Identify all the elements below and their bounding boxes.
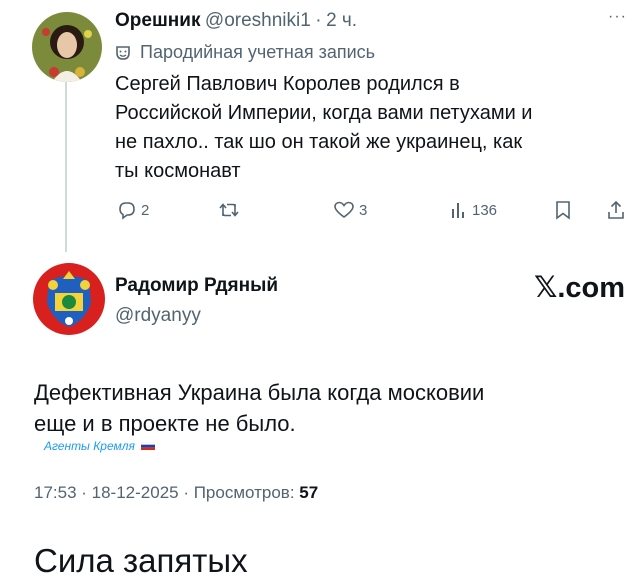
reply-separator: · [315, 10, 322, 31]
main-handle[interactable]: @rdyanyy [115, 305, 201, 327]
retweet-button[interactable] [218, 200, 244, 220]
reply-author-name[interactable]: Орешник [115, 10, 200, 31]
comment-icon [119, 202, 135, 220]
main-text-line: еще и в проекте не было. [34, 411, 296, 436]
heart-icon [334, 201, 354, 218]
coat-of-arms-icon [33, 263, 105, 335]
avatar-oreshnik[interactable] [32, 12, 102, 82]
bookmark-button[interactable] [554, 200, 572, 220]
like-button[interactable]: 3 [333, 200, 367, 220]
reply-text-line: Сергей Павлович Королев родился в [115, 73, 460, 95]
share-icon [608, 200, 624, 219]
caption: Сила запятых [34, 542, 248, 579]
main-text: Дефективная Украина была когда московии … [34, 377, 484, 439]
reply-handle[interactable]: @oreshniki1 [205, 10, 311, 31]
timestamp: 17:53 · 18-12-2025 · Просмотров: [34, 483, 295, 502]
views-total: 57 [299, 483, 319, 502]
reply-count: 2 [141, 201, 150, 219]
parody-label: Пародийная учетная запись [140, 42, 376, 62]
reply-thread-line [65, 82, 67, 252]
watermark: Агенты Кремля [44, 439, 155, 453]
reply-text-line: ты космонавт [115, 160, 241, 182]
bookmark-icon [556, 201, 570, 220]
bar-chart-icon [452, 203, 464, 218]
reply-text: Сергей Павлович Королев родился в Россий… [115, 70, 532, 186]
reply-text-line: Российской Империи, когда вами петухами … [115, 102, 533, 124]
views-count: 136 [472, 201, 498, 219]
main-author-name[interactable]: Радомир Рдяный [115, 275, 278, 297]
reply-button[interactable]: 2 [117, 200, 149, 220]
reply-header: Орешник @oreshniki1 · 2 ч. [115, 10, 357, 32]
retweet-icon [219, 203, 239, 217]
views-button[interactable]: 136 [450, 200, 497, 220]
russia-flag-icon [140, 442, 155, 450]
like-count: 3 [359, 201, 368, 219]
reply-text-line: не пахло.. так шо он такой же украинец, … [115, 131, 523, 153]
ellipsis-icon: ··· [608, 8, 627, 25]
parody-badge: Пародийная учетная запись [115, 42, 375, 63]
theater-mask-icon [116, 45, 130, 60]
x-com-brand: 𝕏.com [534, 272, 626, 304]
reply-time[interactable]: 2 ч. [326, 10, 357, 31]
watermark-text: Агенты Кремля [44, 439, 135, 453]
more-options-button[interactable]: ··· [608, 8, 627, 26]
timestamp-row: 17:53 · 18-12-2025 · Просмотров: 57 [34, 483, 318, 503]
share-button[interactable] [607, 200, 625, 220]
avatar-radomir[interactable] [33, 263, 105, 335]
main-text-line: Дефективная Украина была когда московии [34, 380, 485, 405]
